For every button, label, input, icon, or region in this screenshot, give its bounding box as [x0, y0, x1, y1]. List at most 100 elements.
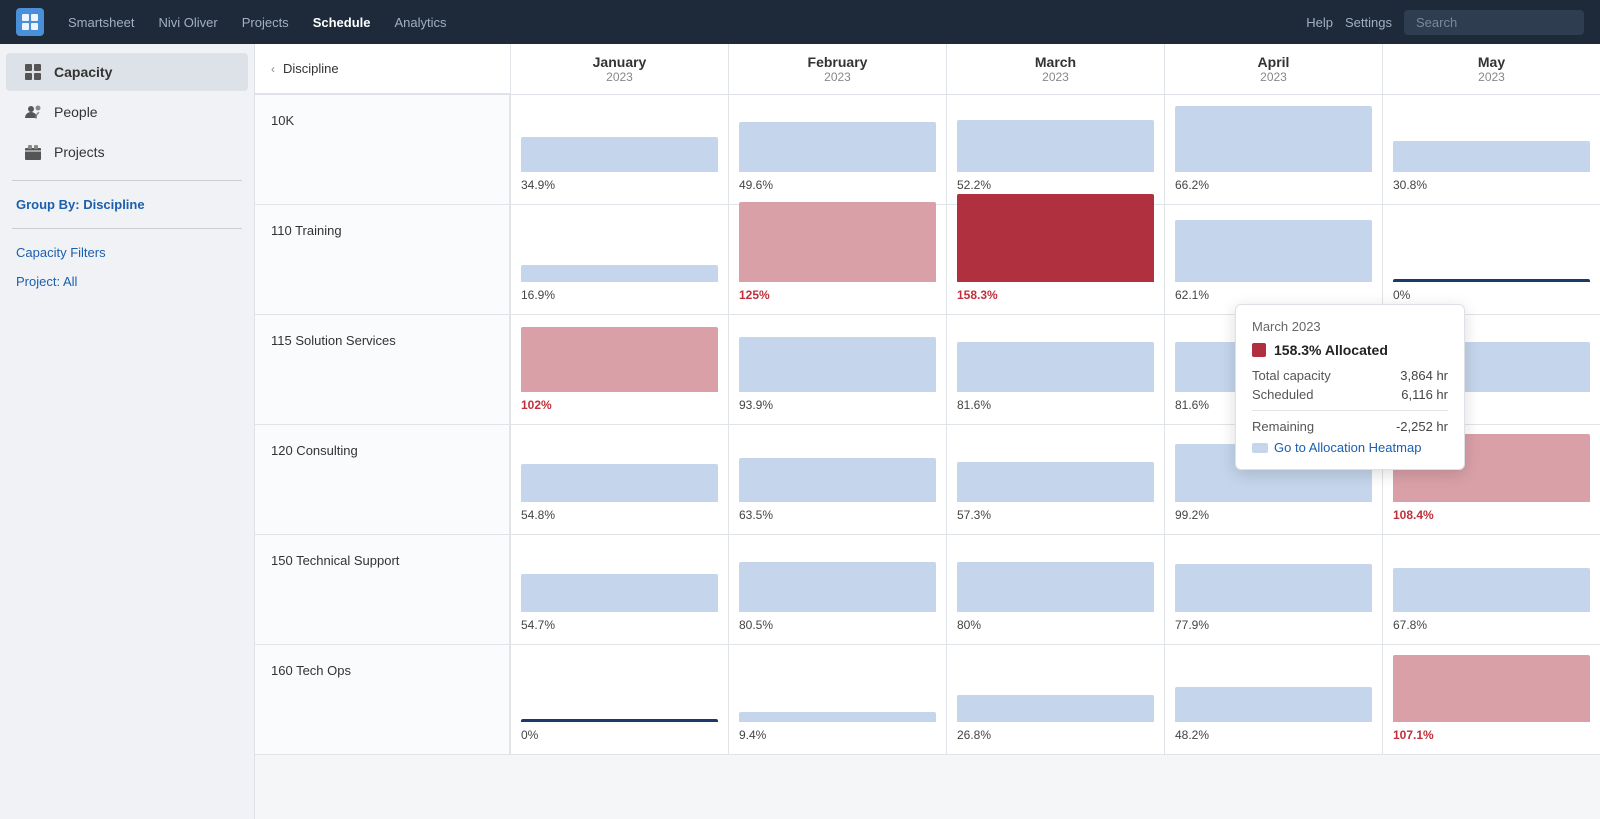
cell-r1-c1[interactable]: 125%: [728, 205, 946, 314]
cell-r2-c1[interactable]: 93.9%: [728, 315, 946, 424]
cell-r0-c1[interactable]: 49.6%: [728, 95, 946, 204]
tooltip-remaining-row: Remaining -2,252 hr: [1252, 419, 1448, 434]
nav-analytics[interactable]: Analytics: [394, 15, 446, 30]
cell-r3-c0[interactable]: 54.8%: [510, 425, 728, 534]
top-navigation: Smartsheet Nivi Oliver Projects Schedule…: [0, 0, 1600, 44]
tooltip-allocated: 158.3% Allocated: [1252, 342, 1448, 358]
jan-month: January: [511, 54, 728, 70]
row-label-2: 115 Solution Services: [255, 315, 510, 424]
sidebar-item-projects[interactable]: Projects: [6, 133, 248, 171]
col-header-jan: January 2023: [510, 44, 728, 94]
nav-schedule[interactable]: Schedule: [313, 15, 371, 30]
sidebar-item-capacity[interactable]: Capacity: [6, 53, 248, 91]
grid-row: 150 Technical Support54.7%80.5%80%77.9%6…: [255, 535, 1600, 645]
cell-r5-c3[interactable]: 48.2%: [1164, 645, 1382, 754]
col-header-may: May 2023: [1382, 44, 1600, 94]
tooltip-remaining-val: -2,252 hr: [1396, 419, 1448, 434]
cell-r1-c0[interactable]: 16.9%: [510, 205, 728, 314]
cell-r3-c2[interactable]: 57.3%: [946, 425, 1164, 534]
col-header-apr: April 2023: [1164, 44, 1382, 94]
tooltip-box: March 2023 158.3% Allocated Total capaci…: [1235, 304, 1465, 470]
nav-user[interactable]: Nivi Oliver: [158, 15, 217, 30]
nav-projects[interactable]: Projects: [242, 15, 289, 30]
cell-r5-c4[interactable]: 107.1%: [1382, 645, 1600, 754]
tooltip-remaining-label: Remaining: [1252, 419, 1314, 434]
tooltip-total-capacity-row: Total capacity 3,864 hr: [1252, 368, 1448, 383]
tooltip-scheduled-label: Scheduled: [1252, 387, 1313, 402]
discipline-column-label: Discipline: [283, 61, 339, 76]
cell-r1-c2[interactable]: 158.3%: [946, 205, 1164, 314]
tooltip-divider: [1252, 410, 1448, 411]
tooltip-allocated-label: 158.3% Allocated: [1274, 342, 1388, 358]
col-header-feb: February 2023: [728, 44, 946, 94]
tooltip-heatmap-link[interactable]: Go to Allocation Heatmap: [1252, 440, 1448, 455]
sidebar: Capacity People: [0, 44, 255, 819]
cell-r2-c2[interactable]: 81.6%: [946, 315, 1164, 424]
cell-r3-c1[interactable]: 63.5%: [728, 425, 946, 534]
row-label-4: 150 Technical Support: [255, 535, 510, 644]
cell-r1-c4[interactable]: 0%: [1382, 205, 1600, 314]
cell-r0-c2[interactable]: 52.2%: [946, 95, 1164, 204]
cell-r5-c1[interactable]: 9.4%: [728, 645, 946, 754]
jan-year: 2023: [511, 70, 728, 84]
main-layout: Capacity People: [0, 0, 1600, 819]
projects-label: Projects: [54, 144, 105, 160]
cell-r5-c2[interactable]: 26.8%: [946, 645, 1164, 754]
discipline-header-cell[interactable]: ‹ Discipline: [255, 44, 510, 94]
tooltip-scheduled-row: Scheduled 6,116 hr: [1252, 387, 1448, 402]
grid-row: 10K34.9%49.6%52.2%66.2%30.8%: [255, 95, 1600, 205]
group-by-section: Group By: Discipline: [0, 189, 254, 220]
may-month: May: [1383, 54, 1600, 70]
capacity-filters-link[interactable]: Capacity Filters: [0, 237, 254, 268]
apr-year: 2023: [1165, 70, 1382, 84]
app-logo: [16, 8, 44, 36]
cell-r2-c0[interactable]: 102%: [510, 315, 728, 424]
cell-r0-c3[interactable]: 66.2%: [1164, 95, 1382, 204]
col-header-mar: March 2023: [946, 44, 1164, 94]
cell-r4-c4[interactable]: 67.8%: [1382, 535, 1600, 644]
apr-month: April: [1165, 54, 1382, 70]
row-label-5: 160 Tech Ops: [255, 645, 510, 754]
tooltip-dot-icon: [1252, 343, 1266, 357]
grid-row: 110 Training16.9%125%158.3%62.1%0%: [255, 205, 1600, 315]
projects-icon: [22, 141, 44, 163]
tooltip-total-capacity-label: Total capacity: [1252, 368, 1331, 383]
people-label: People: [54, 104, 98, 120]
feb-year: 2023: [729, 70, 946, 84]
cell-r4-c3[interactable]: 77.9%: [1164, 535, 1382, 644]
cell-r0-c4[interactable]: 30.8%: [1382, 95, 1600, 204]
cell-r5-c0[interactable]: 0%: [510, 645, 728, 754]
people-icon: [22, 101, 44, 123]
heatmap-icon: [1252, 443, 1268, 453]
grid-row: 160 Tech Ops0%9.4%26.8%48.2%107.1%: [255, 645, 1600, 755]
row-label-1: 110 Training: [255, 205, 510, 314]
sidebar-item-people[interactable]: People: [6, 93, 248, 131]
group-by-value[interactable]: Discipline: [83, 197, 144, 212]
project-all-link[interactable]: Project: All: [0, 268, 254, 295]
may-year: 2023: [1383, 70, 1600, 84]
cell-r1-c3[interactable]: 62.1%: [1164, 205, 1382, 314]
cell-r0-c0[interactable]: 34.9%: [510, 95, 728, 204]
cell-r4-c2[interactable]: 80%: [946, 535, 1164, 644]
row-label-3: 120 Consulting: [255, 425, 510, 534]
cell-r4-c1[interactable]: 80.5%: [728, 535, 946, 644]
capacity-icon: [22, 61, 44, 83]
sidebar-divider-2: [12, 228, 242, 229]
mar-year: 2023: [947, 70, 1164, 84]
mar-month: March: [947, 54, 1164, 70]
tooltip-total-capacity-val: 3,864 hr: [1400, 368, 1448, 383]
grid-header: ‹ Discipline January 2023 February 2023 …: [255, 44, 1600, 95]
cell-r4-c0[interactable]: 54.7%: [510, 535, 728, 644]
feb-month: February: [729, 54, 946, 70]
nav-smartsheet[interactable]: Smartsheet: [68, 15, 134, 30]
settings-link[interactable]: Settings: [1345, 15, 1392, 30]
help-link[interactable]: Help: [1306, 15, 1333, 30]
tooltip-link-label: Go to Allocation Heatmap: [1274, 440, 1421, 455]
back-arrow-icon[interactable]: ‹: [271, 62, 275, 76]
capacity-label: Capacity: [54, 64, 112, 80]
search-input[interactable]: [1404, 10, 1584, 35]
tooltip-title: March 2023: [1252, 319, 1448, 334]
main-content: ‹ Discipline January 2023 February 2023 …: [255, 44, 1600, 819]
group-by-label: Group By:: [16, 197, 80, 212]
row-label-0: 10K: [255, 95, 510, 204]
